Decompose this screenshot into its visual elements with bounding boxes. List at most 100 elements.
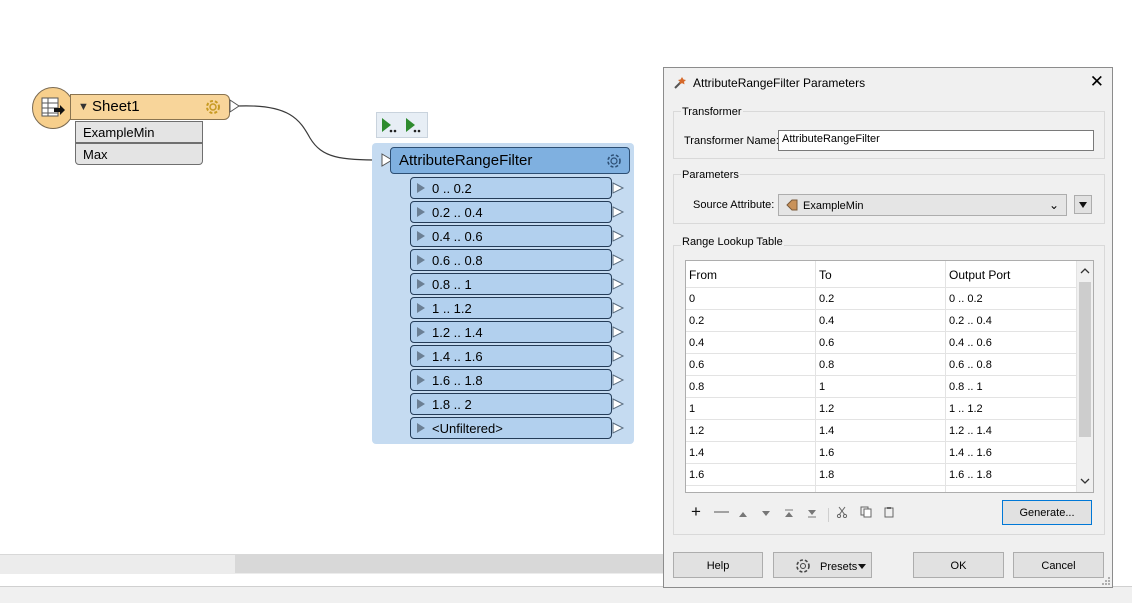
output-port-icon[interactable] [612,350,625,363]
scroll-down-icon[interactable] [1080,478,1090,485]
table-row[interactable]: 1.6 1.8 1.6 .. 1.8 [686,464,1077,486]
output-port-icon[interactable] [229,99,241,113]
table-cell[interactable]: 1.8 [816,464,946,486]
output-port[interactable]: 0 .. 0.2 [410,177,625,199]
output-port[interactable]: <Unfiltered> [410,417,625,439]
table-row[interactable]: 0.4 0.6 0.4 .. 0.6 [686,332,1077,354]
table-cell[interactable]: 0.6 [816,332,946,354]
output-port-icon[interactable] [612,398,625,411]
output-port-icon[interactable] [612,206,625,219]
output-port-icon[interactable] [612,182,625,195]
source-attribute-select[interactable]: ExampleMin ⌄ [778,194,1067,216]
output-port-icon[interactable] [612,278,625,291]
table-cell[interactable]: 1.4 [816,420,946,442]
table-cell[interactable]: 1.4 .. 1.6 [946,442,1077,464]
output-port[interactable]: 1.2 .. 1.4 [410,321,625,343]
port-expand-icon[interactable] [417,327,425,337]
table-row[interactable]: 0.8 1 0.8 .. 1 [686,376,1077,398]
table-cell[interactable]: 1.2 .. 1.4 [946,420,1077,442]
table-row[interactable]: 0.6 0.8 0.6 .. 0.8 [686,354,1077,376]
table-cell[interactable]: 1.2 [816,398,946,420]
generate-button[interactable]: Generate... [1002,500,1092,525]
transformer-name-input[interactable]: AttributeRangeFilter [778,130,1094,151]
table-row[interactable]: 0.2 0.4 0.2 .. 0.4 [686,310,1077,332]
port-expand-icon[interactable] [417,207,425,217]
table-cell[interactable]: 0.6 [686,354,816,376]
move-down-icon[interactable] [761,506,771,521]
table-cell[interactable]: 1.6 [686,464,816,486]
scrollbar-thumb[interactable] [1079,282,1091,437]
output-port-icon[interactable] [612,422,625,435]
table-vertical-scrollbar[interactable] [1077,261,1093,492]
table-cell[interactable]: 1.4 [686,442,816,464]
output-port[interactable]: 0.6 .. 0.8 [410,249,625,271]
table-row[interactable]: 1.821.8 .. 2 [686,486,1077,492]
output-port-icon[interactable] [612,230,625,243]
table-cell[interactable]: 0 [686,288,816,310]
table-cell[interactable]: 0.2 [816,288,946,310]
port-expand-icon[interactable] [417,255,425,265]
table-cell[interactable]: 0.4 [686,332,816,354]
column-header[interactable]: To [816,261,946,288]
output-port[interactable]: 0.4 .. 0.6 [410,225,625,247]
copy-icon[interactable] [860,506,872,521]
table-row[interactable]: 0 0.2 0 .. 0.2 [686,288,1077,310]
output-port-icon[interactable] [612,254,625,267]
port-expand-icon[interactable] [417,351,425,361]
table-cell[interactable]: 0.4 [816,310,946,332]
port-expand-icon[interactable] [417,231,425,241]
table-cell[interactable]: 0 .. 0.2 [946,288,1077,310]
close-icon[interactable]: ✕ [1090,72,1104,92]
table-cell[interactable]: 0.6 .. 0.8 [946,354,1077,376]
table-cell[interactable]: 2 [816,486,946,492]
scroll-up-icon[interactable] [1080,267,1090,274]
ok-button[interactable]: OK [913,552,1004,578]
output-port-icon[interactable] [612,326,625,339]
resize-grip-icon[interactable] [1100,575,1111,586]
reader-icon[interactable] [32,87,74,129]
paste-icon[interactable] [883,506,895,521]
port-expand-icon[interactable] [417,183,425,193]
transformer-node-attributerangefilter[interactable]: AttributeRangeFilter [390,147,630,174]
port-expand-icon[interactable] [417,423,425,433]
collapse-icon[interactable]: ▼ [78,101,89,113]
move-bottom-icon[interactable] [807,506,817,521]
output-port-icon[interactable] [612,302,625,315]
help-button[interactable]: Help [673,552,763,578]
table-row[interactable]: 1.2 1.4 1.2 .. 1.4 [686,420,1077,442]
table-cell[interactable]: 0.8 [816,354,946,376]
table-cell[interactable]: 0.8 .. 1 [946,376,1077,398]
table-cell[interactable]: 1.8 .. 2 [946,486,1077,492]
table-cell[interactable]: 1.8 [686,486,816,492]
move-top-icon[interactable] [784,506,794,521]
port-expand-icon[interactable] [417,279,425,289]
column-header[interactable]: From [686,261,816,288]
cancel-button[interactable]: Cancel [1013,552,1104,578]
presets-button[interactable]: Presets [773,552,872,578]
output-port[interactable]: 1.6 .. 1.8 [410,369,625,391]
table-cell[interactable]: 1.6 .. 1.8 [946,464,1077,486]
port-expand-icon[interactable] [417,375,425,385]
output-port[interactable]: 0.8 .. 1 [410,273,625,295]
table-row[interactable]: 1.4 1.6 1.4 .. 1.6 [686,442,1077,464]
port-expand-icon[interactable] [417,399,425,409]
attribute-menu-button[interactable] [1074,195,1092,214]
gear-icon[interactable] [604,151,624,176]
run-from-this-icon[interactable] [406,118,421,133]
output-port[interactable]: 0.2 .. 0.4 [410,201,625,223]
remove-icon[interactable]: — [714,503,729,520]
table-cell[interactable]: 0.4 .. 0.6 [946,332,1077,354]
table-cell[interactable]: 1 [816,376,946,398]
add-icon[interactable]: + [691,502,701,522]
run-to-this-icon[interactable] [382,118,397,133]
table-cell[interactable]: 0.8 [686,376,816,398]
reader-node-sheet1[interactable]: ▼ Sheet1 [70,94,230,120]
port-expand-icon[interactable] [417,303,425,313]
table-cell[interactable]: 1.6 [816,442,946,464]
output-port-icon[interactable] [612,374,625,387]
column-header[interactable]: Output Port [946,261,1077,288]
table-row[interactable]: 1 1.2 1 .. 1.2 [686,398,1077,420]
table-cell[interactable]: 1.2 [686,420,816,442]
table-cell[interactable]: 1 .. 1.2 [946,398,1077,420]
table-cell[interactable]: 0.2 [686,310,816,332]
